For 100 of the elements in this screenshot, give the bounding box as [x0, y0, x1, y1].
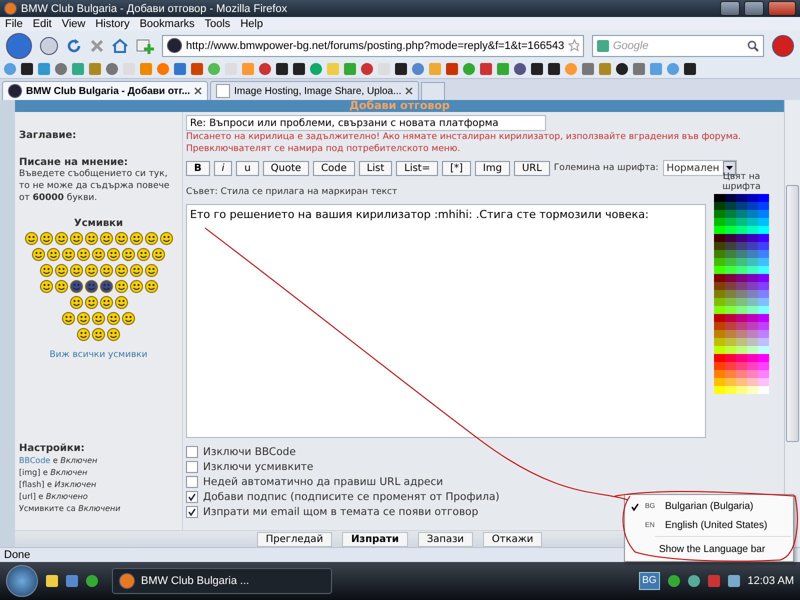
smiley-icon[interactable] [70, 232, 82, 245]
smiley-icon[interactable] [54, 232, 68, 245]
smiley-icon[interactable] [92, 248, 105, 261]
tray-icon[interactable] [688, 575, 700, 587]
smiley-icon[interactable] [107, 328, 120, 341]
menu-item[interactable]: Tools [204, 18, 230, 30]
search-engine-icon[interactable] [597, 40, 609, 52]
smiley-icon[interactable] [100, 232, 112, 245]
color-palette-drawing[interactable] [714, 194, 769, 394]
menu-item[interactable]: Help [240, 18, 263, 30]
smiley-icon[interactable] [122, 312, 135, 325]
smiley-icon[interactable] [40, 280, 52, 293]
browser-tab[interactable]: BMW Club Bulgaria - Добави отг... [2, 81, 208, 100]
smiley-icon[interactable] [84, 280, 98, 293]
scrollbar-thumb[interactable] [786, 185, 799, 442]
smiley-icon[interactable] [107, 248, 120, 261]
menu-item[interactable]: File [5, 18, 23, 30]
close-icon[interactable] [405, 87, 414, 95]
smiley-icon[interactable] [130, 232, 142, 245]
format-button[interactable]: List [358, 160, 392, 176]
menu-item[interactable]: History [95, 18, 130, 30]
smiley-icon[interactable] [100, 264, 112, 277]
add-bookmark-icon[interactable] [136, 38, 154, 54]
subject-field[interactable]: Re: Въпроси или проблеми, свързани с новата платформа [186, 115, 546, 131]
smiley-icon[interactable] [84, 296, 98, 309]
smiley-icon[interactable] [62, 248, 75, 261]
smiley-icon[interactable] [114, 280, 128, 293]
smiley-icon[interactable] [77, 328, 90, 341]
adblock-icon[interactable] [772, 34, 794, 56]
smiley-icon[interactable] [144, 264, 158, 277]
smiley-icon[interactable] [92, 328, 105, 341]
smiley-icon[interactable] [100, 280, 112, 293]
form-button[interactable]: Прегледай [256, 532, 332, 547]
smiley-icon[interactable] [40, 232, 52, 245]
format-button[interactable]: URL [514, 160, 550, 176]
form-button[interactable]: Изпрати [342, 532, 408, 547]
option-checkbox[interactable]: Недей автоматично да правиш URL адреси [186, 476, 781, 488]
smiley-icon[interactable] [77, 312, 90, 325]
format-button[interactable]: List= [396, 160, 438, 176]
smiley-icon[interactable] [40, 264, 52, 277]
format-button[interactable]: [*] [442, 160, 471, 176]
close-button[interactable] [768, 1, 796, 16]
smiley-icon[interactable] [130, 280, 142, 293]
format-button[interactable]: Code [313, 160, 355, 176]
start-button[interactable] [6, 565, 38, 597]
reload-icon[interactable] [66, 38, 82, 54]
forward-button[interactable] [40, 36, 58, 54]
smiley-icon[interactable] [144, 280, 158, 293]
smiley-icon[interactable] [137, 248, 150, 261]
smiley-icon[interactable] [54, 280, 68, 293]
format-button[interactable]: u [236, 160, 259, 176]
smiley-icon[interactable] [77, 248, 90, 261]
smiley-icon[interactable] [122, 248, 135, 261]
address-bar[interactable]: http://www.bmwpower-bg.net/forums/posting.php?mode=reply&f=1&t=166543 [162, 34, 584, 56]
home-icon[interactable] [112, 38, 128, 54]
smiley-icon[interactable] [32, 248, 45, 261]
smiley-icon[interactable] [70, 296, 82, 309]
search-icon[interactable] [747, 40, 759, 52]
smiley-icon[interactable] [92, 312, 105, 325]
form-button[interactable]: Откажи [482, 532, 542, 547]
smiley-icon[interactable] [70, 264, 82, 277]
smiley-icon[interactable] [160, 232, 172, 245]
smiley-icon[interactable] [114, 264, 128, 277]
smiley-icon[interactable] [152, 248, 165, 261]
smiley-icon[interactable] [70, 280, 82, 293]
option-checkbox[interactable]: Изключи усмивките [186, 461, 781, 473]
back-button[interactable] [6, 32, 32, 58]
smiley-icon[interactable] [114, 296, 128, 309]
bookmark-icon[interactable] [514, 63, 526, 75]
smiley-icon[interactable] [62, 312, 75, 325]
format-button[interactable]: Quote [262, 160, 310, 176]
show-language-bar-option[interactable]: Show the Language bar [625, 540, 793, 559]
star-icon[interactable] [568, 39, 579, 52]
menu-item[interactable]: Edit [32, 18, 52, 30]
close-icon[interactable] [194, 87, 202, 95]
all-smilies-link[interactable]: Виж всички усмивки [49, 350, 148, 360]
format-button[interactable]: i [214, 160, 232, 176]
option-checkbox[interactable]: Изключи BBCode [186, 446, 781, 458]
format-button[interactable]: Img [474, 160, 510, 176]
browser-tab[interactable]: Image Hosting, Image Share, Uploa... [210, 81, 420, 100]
smiley-icon[interactable] [84, 264, 98, 277]
tray-icon[interactable] [728, 575, 740, 587]
message-field[interactable]: Ето го решението на вашия кирилизатор :mhihi: .Стига сте тормозили човека: [186, 204, 706, 438]
smiley-icon[interactable] [107, 312, 120, 325]
smiley-icon[interactable] [54, 264, 68, 277]
bookmark-icon[interactable] [616, 63, 628, 75]
tray-icon[interactable] [668, 575, 680, 587]
smiley-icon[interactable] [100, 296, 112, 309]
quick-launch-icon[interactable] [86, 575, 98, 587]
smiley-icon[interactable] [84, 232, 98, 245]
form-button[interactable]: Запази [418, 532, 473, 547]
menu-item[interactable]: View [62, 18, 86, 30]
maximize-button[interactable] [744, 1, 764, 16]
smiley-icon[interactable] [24, 232, 38, 245]
smiley-icon[interactable] [114, 232, 128, 245]
minimize-button[interactable] [720, 1, 740, 16]
menu-item[interactable]: Bookmarks [140, 18, 195, 30]
smiley-icon[interactable] [144, 232, 158, 245]
tray-icon[interactable] [708, 575, 720, 587]
smiley-icon[interactable] [47, 248, 60, 261]
